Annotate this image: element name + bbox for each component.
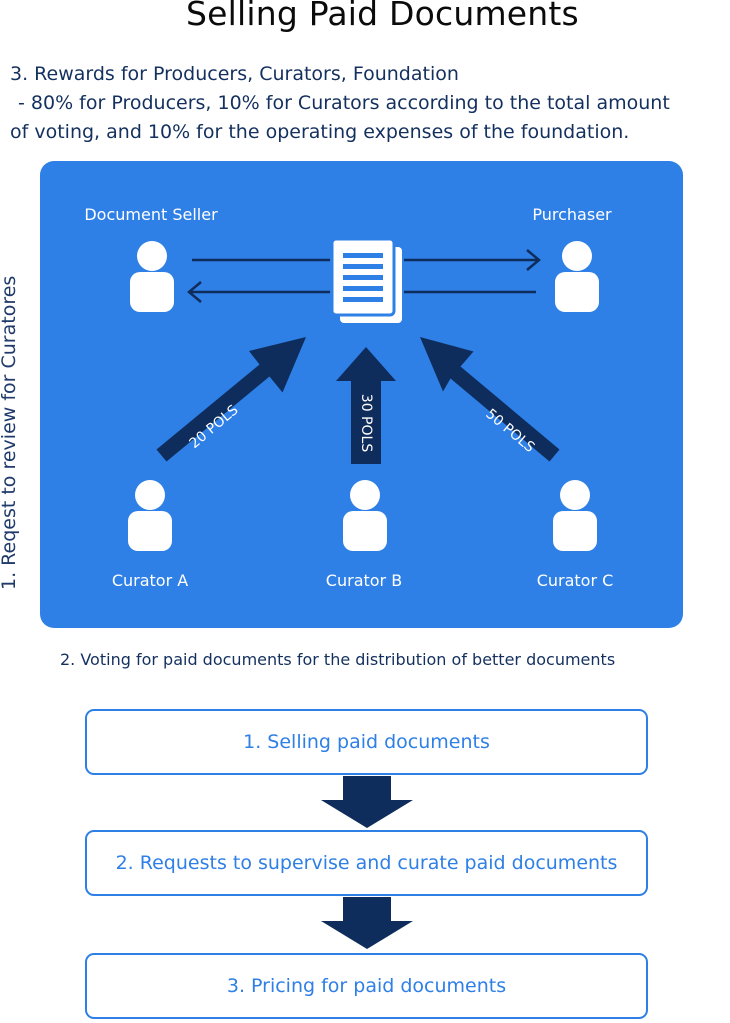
page-title: Selling Paid Documents [186, 0, 579, 33]
curator-c-label: Curator C [536, 571, 614, 590]
rewards-description: 3. Rewards for Producers, Curators, Foun… [10, 60, 730, 147]
rewards-detail-line1: - 80% for Producers, 10% for Curators ac… [18, 92, 670, 114]
voting-caption: 2. Voting for paid documents for the dis… [60, 650, 616, 669]
voting-diagram: 20 POLS 30 POLS 50 POLS Document Seller … [40, 161, 683, 628]
purchaser-label: Purchaser [532, 205, 612, 224]
step-selling-label: 1. Selling paid documents [243, 731, 490, 753]
curator-b-vote-label: 30 POLS [358, 394, 374, 453]
curator-b-person-icon [343, 480, 387, 551]
curator-a-vote-arrow [156, 337, 306, 462]
rewards-heading: 3. Rewards for Producers, Curators, Foun… [10, 63, 459, 85]
rewards-detail-line2: of voting, and 10% for the operating exp… [10, 121, 630, 143]
purchaser-person-icon [555, 241, 599, 312]
document-icon [330, 237, 402, 323]
curator-review-label: 1. Reqest to review for Curatores [0, 275, 20, 590]
curator-b-label: Curator B [325, 571, 403, 590]
step-requests-box: 2. Requests to supervise and curate paid… [85, 830, 648, 896]
curator-a-person-icon [128, 480, 172, 551]
diagram-graphics: 20 POLS 30 POLS 50 POLS [128, 237, 599, 551]
flow-down-arrow-2 [321, 897, 413, 949]
curator-a-label: Curator A [111, 571, 189, 590]
step-pricing-label: 3. Pricing for paid documents [226, 975, 507, 997]
seller-label: Document Seller [84, 205, 218, 224]
curator-c-person-icon [553, 480, 597, 551]
step-selling-box: 1. Selling paid documents [85, 709, 648, 775]
seller-person-icon [130, 241, 174, 312]
step-pricing-box: 3. Pricing for paid documents [85, 953, 648, 1019]
flow-down-arrow-1 [321, 776, 413, 828]
curator-c-vote-arrow [420, 337, 560, 462]
step-requests-label: 2. Requests to supervise and curate paid… [115, 852, 618, 874]
